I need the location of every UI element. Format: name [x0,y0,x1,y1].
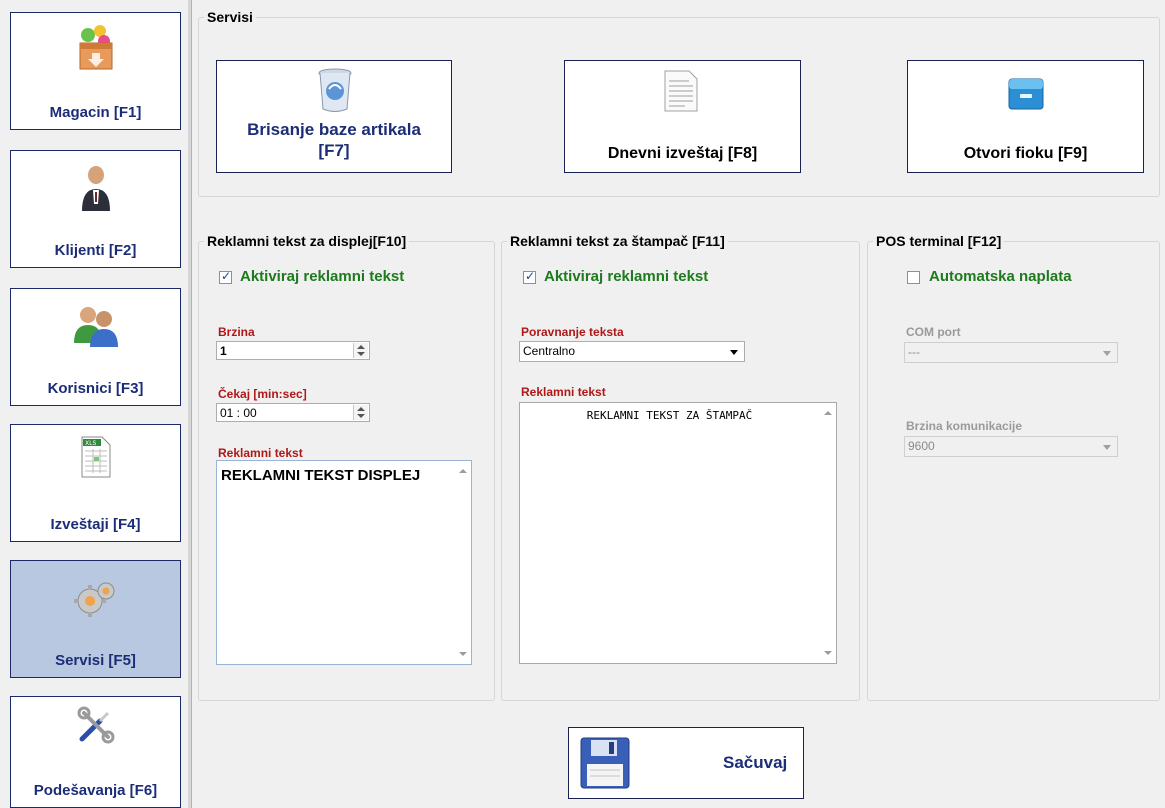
sidebar-item-label: Servisi [F5] [55,652,136,669]
drawer-icon [1007,77,1045,116]
xls-report-icon: XLS [79,435,113,484]
printer-activate-checkbox[interactable]: ✓ [523,269,536,284]
sidebar-item-podesavanja[interactable]: Podešavanja [F6] [10,696,181,808]
chevron-down-icon [730,350,738,355]
sidebar-item-servisi[interactable]: Servisi [F5] [10,560,181,678]
com-port-combobox[interactable]: --- [904,342,1118,363]
display-text-value: REKLAMNI TEKST DISPLEJ [221,467,421,484]
brzina-spinner[interactable]: 1 [216,341,370,360]
sidebar-item-magacin[interactable]: Magacin [F1] [10,12,181,130]
save-button[interactable]: Sačuvaj [568,727,804,799]
auto-payment-checkbox[interactable] [907,271,920,284]
align-value: Centralno [523,344,576,358]
pos-panel-group [867,241,1160,701]
auto-payment-label: Automatska naplata [929,268,1072,285]
chevron-down-icon [1103,351,1111,356]
delete-article-db-button[interactable]: Brisanje baze artikala [F7] [216,60,452,173]
brzina-value: 1 [220,344,227,358]
save-button-label: Sačuvaj [723,753,788,772]
daily-report-label: Dnevni izveštaj [F8] [607,145,758,162]
brzina-label: Brzina [218,325,255,339]
recycle-bin-icon [315,67,355,118]
sidebar-item-klijenti[interactable]: Klijenti [F2] [10,150,181,268]
check-icon: ✓ [525,269,536,283]
display-text-area[interactable]: REKLAMNI TEKST DISPLEJ [216,460,472,665]
com-port-value: --- [908,345,920,359]
printer-panel-title: Reklamni tekst za štampač [F11] [507,233,728,249]
floppy-disk-icon [579,736,631,795]
cekaj-value: 01 : 00 [220,406,257,420]
display-text-scrollbar[interactable] [454,461,471,664]
display-activate-label: Aktiviraj reklamni tekst [240,268,405,285]
cekaj-label: Čekaj [min:sec] [218,387,307,401]
speed-combobox[interactable]: 9600 [904,436,1118,457]
sidebar-item-label: Klijenti [F2] [54,242,137,259]
printer-text-scrollbar[interactable] [819,403,836,663]
speed-label: Brzina komunikacije [906,419,1023,433]
chevron-down-icon [1103,445,1111,450]
spinner-arrows-icon[interactable] [353,405,368,420]
sidebar-item-label: Korisnici [F3] [47,380,144,397]
printer-activate-label: Aktiviraj reklamni tekst [544,268,709,285]
users-icon [70,303,122,352]
delete-article-db-label-2: [F7] [318,141,350,160]
svg-text:XLS: XLS [85,440,96,447]
sidebar-item-label: Izveštaji [F4] [50,516,141,533]
document-icon [661,69,701,118]
printer-text-area[interactable]: REKLAMNI TEKST ZA ŠTAMPAČ [519,402,837,664]
printer-text-label: Reklamni tekst [521,385,606,399]
display-text-label: Reklamni tekst [218,446,303,460]
gears-icon [72,577,120,626]
sidebar-item-label: Magacin [F1] [49,104,142,121]
sidebar-separator [188,0,192,808]
tools-icon [76,705,116,750]
delete-article-db-label-1: Brisanje baze artikala [247,120,421,139]
align-combobox[interactable]: Centralno [519,341,745,362]
speed-value: 9600 [908,439,935,453]
align-label: Poravnanje teksta [521,325,624,339]
warehouse-box-icon [76,23,116,76]
sidebar-item-korisnici[interactable]: Korisnici [F3] [10,288,181,406]
sidebar-item-label: Podešavanja [F6] [33,782,158,799]
open-drawer-label: Otvori fioku [F9] [963,145,1088,162]
spinner-arrows-icon[interactable] [353,343,368,358]
client-person-icon [78,163,114,218]
daily-report-button[interactable]: Dnevni izveštaj [F8] [564,60,801,173]
display-activate-checkbox[interactable]: ✓ [219,269,232,284]
printer-text-value: REKLAMNI TEKST ZA ŠTAMPAČ [586,409,753,422]
display-panel-title: Reklamni tekst za displej[F10] [204,233,410,249]
check-icon: ✓ [221,269,232,283]
servisi-group-title: Servisi [204,9,256,25]
com-port-label: COM port [906,325,961,339]
pos-panel-title: POS terminal [F12] [873,233,1005,249]
sidebar-item-izvestaji[interactable]: XLS Izveštaji [F4] [10,424,181,542]
open-drawer-button[interactable]: Otvori fioku [F9] [907,60,1144,173]
cekaj-time-spinner[interactable]: 01 : 00 [216,403,370,422]
